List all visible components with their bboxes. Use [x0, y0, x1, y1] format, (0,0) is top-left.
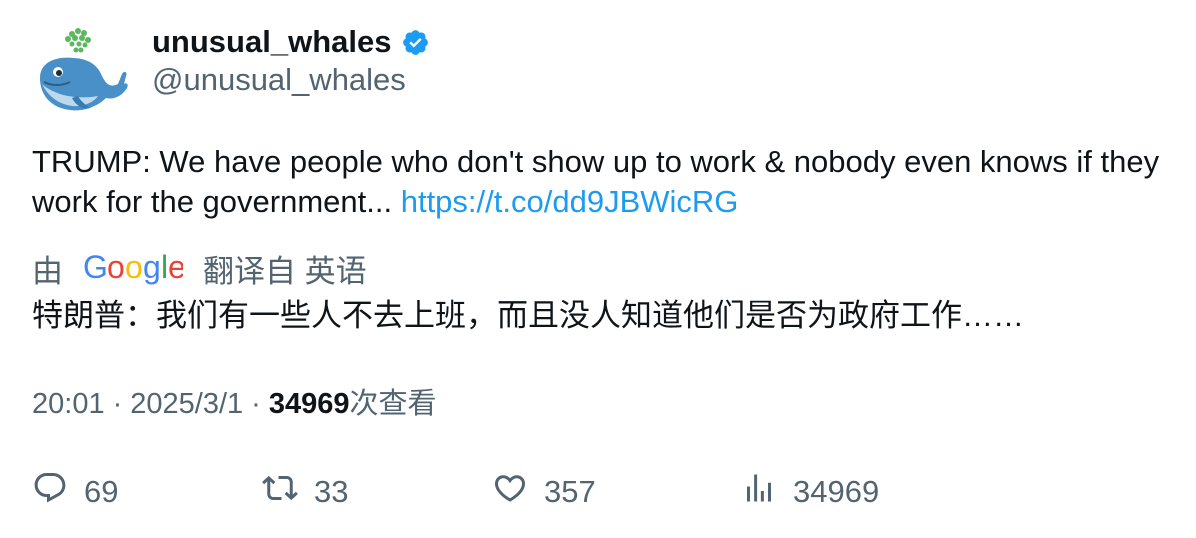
bar-chart-icon	[741, 470, 777, 514]
retweet-button[interactable]: 33	[262, 470, 348, 514]
retweet-icon	[262, 470, 298, 514]
translated-text: 特朗普：我们有一些人不去上班，而且没人知道他们是否为政府工作……	[32, 298, 1024, 333]
translation-suffix: 翻译自 英语	[203, 253, 367, 289]
reply-count: 69	[84, 474, 119, 509]
google-logo-icon: G o o g l e	[83, 248, 186, 288]
svg-text:o: o	[107, 249, 125, 285]
svg-text:g: g	[143, 249, 161, 285]
author-display-name[interactable]: unusual_whales	[152, 24, 391, 60]
tweet-meta: 20:01 · 2025/3/1 · 34969次查看	[32, 384, 436, 424]
svg-text:o: o	[125, 249, 143, 285]
reply-icon	[32, 470, 68, 514]
svg-text:e: e	[168, 249, 183, 285]
tweet-body: TRUMP: We have people who don't show up …	[32, 142, 1172, 222]
heart-icon	[492, 470, 528, 514]
tweet-time[interactable]: 20:01	[32, 388, 105, 420]
views-count: 34969	[793, 474, 880, 509]
tweet-link[interactable]: https://t.co/dd9JBWicRG	[401, 184, 739, 219]
tweet-card: unusual_whales @unusual_whales TRUMP: We…	[0, 0, 1196, 538]
svg-text:G: G	[83, 249, 108, 285]
retweet-count: 33	[314, 474, 349, 509]
translation-attribution[interactable]: 由 G o o g l e 翻译自 英语	[32, 247, 367, 289]
views-button[interactable]: 34969	[741, 470, 879, 514]
meta-views-count: 34969	[268, 388, 350, 420]
verified-badge-icon	[401, 28, 430, 57]
meta-views-label: 次查看	[349, 388, 437, 420]
author-handle[interactable]: @unusual_whales	[152, 62, 406, 98]
tweet-date[interactable]: 2025/3/1	[130, 388, 243, 420]
author-name-row: unusual_whales	[152, 22, 430, 62]
meta-separator: ·	[112, 388, 123, 420]
like-button[interactable]: 357	[492, 470, 596, 514]
translation-prefix: 由	[32, 253, 63, 289]
whale-avatar-icon[interactable]	[32, 22, 128, 118]
reply-button[interactable]: 69	[32, 470, 118, 514]
meta-separator: ·	[251, 388, 261, 420]
like-count: 357	[544, 474, 596, 509]
